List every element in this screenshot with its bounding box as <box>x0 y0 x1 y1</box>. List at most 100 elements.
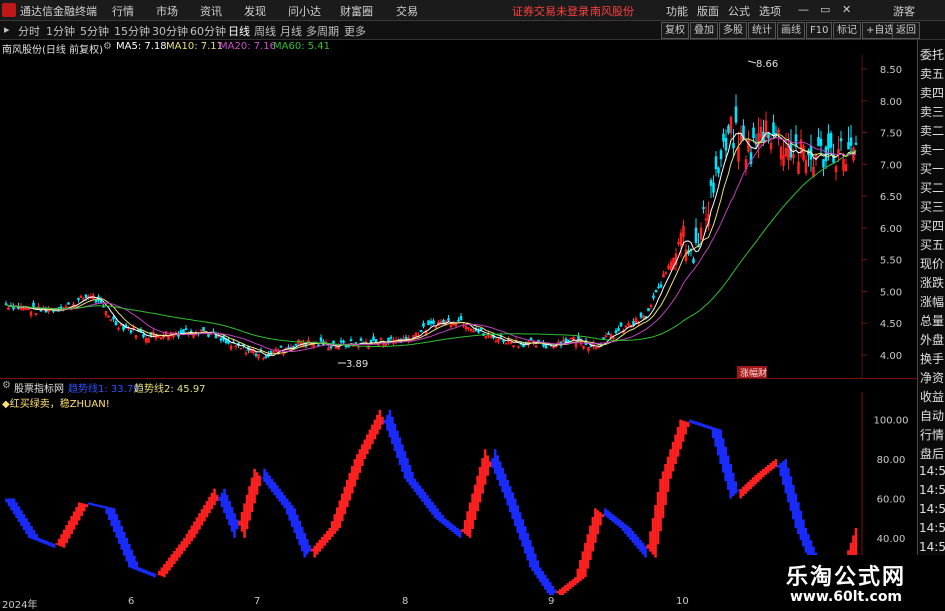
menu-options[interactable]: 选项 <box>759 3 781 19</box>
overlay-button[interactable]: 叠加 <box>690 22 718 39</box>
menu-formula[interactable]: 公式 <box>728 3 750 19</box>
menu-news[interactable]: 资讯 <box>200 3 222 19</box>
price-axis-label: 5.00 <box>880 287 902 298</box>
restore-icon[interactable]: ▭ <box>820 3 830 16</box>
ma20-label: MA20: 7.16 <box>219 41 277 52</box>
watermark-title: 乐淘公式网 <box>786 565 907 590</box>
candle <box>802 143 805 162</box>
menu-wealth[interactable]: 财富圈 <box>340 3 373 19</box>
menu-discover[interactable]: 发现 <box>244 3 266 19</box>
side-panel-item[interactable]: 14:56 <box>919 502 945 516</box>
tab-15min[interactable]: 15分钟 <box>114 23 150 39</box>
side-panel-item[interactable]: 14:56 <box>919 540 945 554</box>
close-icon[interactable]: ✕ <box>842 3 851 16</box>
side-panel-item[interactable]: 现价 <box>919 255 945 272</box>
ma60-label: MA60: 5.41 <box>273 41 331 52</box>
side-panel-item[interactable]: 自动 <box>919 407 945 424</box>
price-axis-label: 6.50 <box>880 192 902 203</box>
tab-30min[interactable]: 30分钟 <box>152 23 188 39</box>
menu-trade[interactable]: 交易 <box>396 3 418 19</box>
candle <box>239 347 243 350</box>
f10-button[interactable]: F10 <box>806 22 833 39</box>
indicator-axis-label: 80.00 <box>877 455 906 466</box>
side-panel-item[interactable]: 买一 <box>919 160 945 177</box>
side-panel-item[interactable]: 卖三 <box>919 103 945 120</box>
menu-guest[interactable]: 游客 <box>893 3 915 19</box>
side-panel-item[interactable]: 14:56 <box>919 483 945 497</box>
app-logo-icon <box>2 3 16 17</box>
tab-weekly[interactable]: 周线 <box>254 23 276 39</box>
side-panel-item[interactable]: 总量 <box>919 312 945 329</box>
candlestick-chart[interactable]: 8.50 8.00 7.50 7.00 6.50 6.00 5.50 5.00 4.50 4.00… <box>0 55 917 378</box>
indicator-axis-label: 100.00 <box>874 416 909 427</box>
side-panel-item[interactable]: 买三 <box>919 198 945 215</box>
candle <box>427 320 430 326</box>
date-label-6: 6 <box>128 596 135 607</box>
side-panel-item[interactable]: 卖四 <box>919 84 945 101</box>
watermark-url: www.60lt.com <box>790 589 903 605</box>
multi-stock-button[interactable]: 多股 <box>719 22 747 39</box>
menu-layout[interactable]: 版面 <box>697 3 719 19</box>
tab-5min[interactable]: 5分钟 <box>80 23 109 39</box>
tab-timeshare[interactable]: 分时 <box>18 23 40 39</box>
draw-button[interactable]: 画线 <box>777 22 805 39</box>
side-panel-item[interactable]: 委托 <box>919 46 945 63</box>
side-panel-item[interactable]: 14:56 <box>919 521 945 535</box>
back-button[interactable]: 返回 <box>892 22 920 39</box>
side-panel-item[interactable]: 14:56 <box>919 464 945 478</box>
side-panel-item[interactable]: 外盘 <box>919 331 945 348</box>
app-title: 通达信金融终端 <box>20 5 97 18</box>
settings-gear-icon[interactable]: ⚙ <box>103 41 112 52</box>
menu-market[interactable]: 市场 <box>156 3 178 19</box>
side-panel-item[interactable]: 卖二 <box>919 122 945 139</box>
side-panel-item[interactable]: 行情 <box>919 426 945 443</box>
indicator-axis-label: 40.00 <box>877 534 906 545</box>
side-panel-item[interactable]: 卖五 <box>919 65 945 82</box>
side-panel-item[interactable]: 买四 <box>919 217 945 234</box>
ma5-label: MA5: 7.18 <box>116 41 167 52</box>
tab-60min[interactable]: 60分钟 <box>190 23 226 39</box>
price-axis-label: 8.50 <box>880 65 902 76</box>
minimize-icon[interactable]: — <box>798 3 809 16</box>
trade-login-status[interactable]: 证券交易未登录 <box>512 3 589 19</box>
price-axis-label: 4.50 <box>880 319 902 330</box>
date-label-9: 9 <box>548 596 555 607</box>
indicator-axis-label: 60.00 <box>877 494 906 505</box>
price-axis-label: 8.00 <box>880 97 902 108</box>
date-label-7: 7 <box>254 596 261 607</box>
side-panel-item[interactable]: 买五 <box>919 236 945 253</box>
date-label-8: 8 <box>402 596 409 607</box>
side-panel-item[interactable]: 卖一 <box>919 141 945 158</box>
prev-icon[interactable]: ▸ <box>4 23 10 36</box>
stock-title: 南风股份(日线 前复权) <box>2 45 103 56</box>
stats-button[interactable]: 统计 <box>748 22 776 39</box>
indicator-settings-icon[interactable]: ⚙ <box>2 380 11 391</box>
side-panel-item[interactable]: 买二 <box>919 179 945 196</box>
adjust-button[interactable]: 复权 <box>661 22 689 39</box>
menu-ask[interactable]: 问小达 <box>288 3 321 19</box>
tab-multi-period[interactable]: 多周期 <box>306 23 339 39</box>
tab-more[interactable]: 更多 <box>344 23 366 39</box>
watermark: 乐淘公式网 www.60lt.com <box>770 555 945 609</box>
stock-tag: 南风股份 <box>590 5 634 18</box>
side-panel-item[interactable]: 涨幅 <box>919 293 945 310</box>
side-panel-item[interactable]: 收益 <box>919 388 945 405</box>
side-panel-item[interactable]: 净资 <box>919 369 945 386</box>
price-axis-label: 7.00 <box>880 160 902 171</box>
tab-1min[interactable]: 1分钟 <box>46 23 75 39</box>
price-axis-label: 5.50 <box>880 256 902 267</box>
candle <box>569 337 573 340</box>
side-panel-item[interactable]: 盘后 <box>919 445 945 462</box>
menu-function[interactable]: 功能 <box>666 3 688 19</box>
mark-button[interactable]: 标记 <box>833 22 861 39</box>
tab-monthly[interactable]: 月线 <box>280 23 302 39</box>
tab-daily[interactable]: 日线 <box>228 23 250 39</box>
side-panel-item[interactable]: 涨跌 <box>919 274 945 291</box>
candle <box>202 327 205 332</box>
quote-side-panel: 委托卖五卖四卖三卖二卖一买一买二买三买四买五现价涨跌涨幅总量外盘换手净资收益自动… <box>917 40 945 609</box>
ma10-label: MA10: 7.11 <box>166 41 224 52</box>
side-panel-item[interactable]: 换手 <box>919 350 945 367</box>
candle <box>654 289 658 293</box>
menu-quotes[interactable]: 行情 <box>112 3 134 19</box>
gain-badge: 涨幅财 <box>740 367 767 378</box>
